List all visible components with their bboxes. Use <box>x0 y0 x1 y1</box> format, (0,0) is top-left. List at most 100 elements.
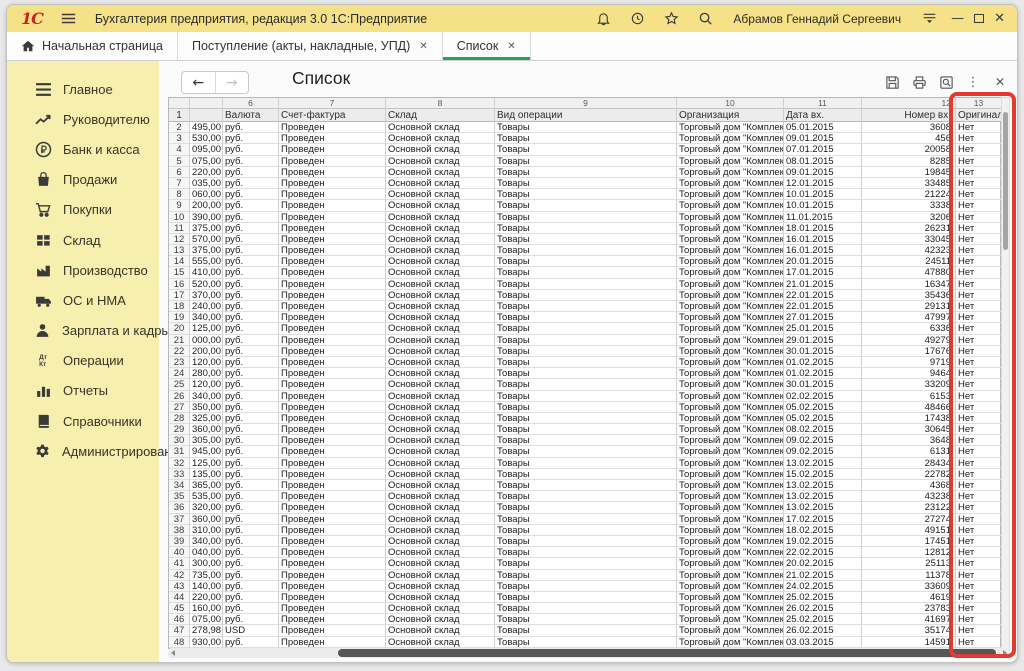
notifications-icon[interactable] <box>591 9 615 29</box>
table-row[interactable]: 43140,00руб.ПроведенОсновной складТовары… <box>169 581 1000 592</box>
sidebar-item-glavnoe[interactable]: Главное <box>7 74 159 104</box>
table-cell: Торговый дом "Комплексный" <box>677 581 784 592</box>
sidebar-item-prodazhi[interactable]: Продажи <box>7 165 159 195</box>
history-icon[interactable] <box>625 9 649 29</box>
table-row[interactable]: 20125,00руб.ПроведенОсновной складТовары… <box>169 323 1000 334</box>
table-row[interactable]: 7035,00руб.ПроведенОсновной складТоварыТ… <box>169 178 1000 189</box>
table-row[interactable]: 37360,00руб.ПроведенОсновной складТовары… <box>169 514 1000 525</box>
main-menu-icon[interactable] <box>57 9 81 29</box>
sidebar-item-operacii[interactable]: ДтКтОперации <box>7 346 159 376</box>
table-row[interactable]: 5075,00руб.ПроведенОсновной складТоварыТ… <box>169 156 1000 167</box>
tab-home[interactable]: Начальная страница <box>7 32 178 60</box>
table-row[interactable]: 47278,98USDПроведенОсновной складТоварыТ… <box>169 625 1000 636</box>
table-cell: 125,00 <box>190 458 223 469</box>
table-row[interactable]: 39340,00руб.ПроведенОсновной складТовары… <box>169 536 1000 547</box>
table-row[interactable]: 31945,00руб.ПроведенОсновной складТовары… <box>169 446 1000 457</box>
tab-receipts[interactable]: Поступление (акты, накладные, УПД) ✕ <box>178 32 443 60</box>
horizontal-scrollbar[interactable] <box>168 648 1010 658</box>
service-menu-icon[interactable] <box>917 9 941 29</box>
table-cell: Торговый дом "Комплексный" <box>677 133 784 144</box>
favorites-icon[interactable] <box>659 9 683 29</box>
table-row[interactable]: 40040,00руб.ПроведенОсновной складТовары… <box>169 547 1000 558</box>
save-icon[interactable] <box>883 73 901 91</box>
table-row[interactable]: 15410,00руб.ПроведенОсновной складТовары… <box>169 267 1000 278</box>
vertical-scroll-thumb[interactable] <box>1003 112 1008 250</box>
table-row[interactable]: 16520,00руб.ПроведенОсновной складТовары… <box>169 279 1000 290</box>
sidebar-item-bank-i-kassa[interactable]: Банк и касса <box>7 134 159 164</box>
print-icon[interactable] <box>910 73 928 91</box>
table-row[interactable]: 45160,00руб.ПроведенОсновной складТовары… <box>169 603 1000 614</box>
table-row[interactable]: 2495,00руб.ПроведенОсновной складТоварыТ… <box>169 122 1000 133</box>
sidebar-item-pokupki[interactable]: Покупки <box>7 195 159 225</box>
table-cell: 18 <box>169 301 190 312</box>
search-icon[interactable] <box>693 9 717 29</box>
table-header-row[interactable]: 1ВалютаСчет-фактураСкладВид операцииОрга… <box>169 109 1000 122</box>
table-row[interactable]: 3530,00руб.ПроведенОсновной складТоварыТ… <box>169 133 1000 144</box>
more-menu-icon[interactable]: ⋮ <box>964 73 982 91</box>
table-cell: Основной склад <box>386 469 495 480</box>
table-row[interactable]: 26340,00руб.ПроведенОсновной складТовары… <box>169 391 1000 402</box>
maximize-button[interactable] <box>974 14 984 23</box>
table-row[interactable]: 18240,00руб.ПроведенОсновной складТовары… <box>169 301 1000 312</box>
table-row[interactable]: 48930,00руб.ПроведенОсновной складТовары… <box>169 637 1000 648</box>
sidebar-item-spravochniki[interactable]: Справочники <box>7 406 159 436</box>
scroll-right-arrow[interactable] <box>1003 650 1007 656</box>
tab-close-icon[interactable]: ✕ <box>507 41 515 52</box>
sidebar-item-otchety[interactable]: Отчеты <box>7 376 159 406</box>
back-button[interactable]: ← <box>182 72 216 93</box>
scroll-left-arrow[interactable] <box>171 650 175 656</box>
table-row[interactable]: 19340,00руб.ПроведенОсновной складТовары… <box>169 312 1000 323</box>
table-row[interactable]: 21000,00руб.ПроведенОсновной складТовары… <box>169 335 1000 346</box>
tab-list[interactable]: Список ✕ <box>443 32 531 60</box>
table-cell: 3338 <box>862 200 956 211</box>
table-row[interactable]: 28325,00руб.ПроведенОсновной складТовары… <box>169 413 1000 424</box>
table-row[interactable]: 12570,00руб.ПроведенОсновной складТовары… <box>169 234 1000 245</box>
tab-close-icon[interactable]: ✕ <box>419 41 427 52</box>
sidebar-item-zarplata-i-kadry[interactable]: Зарплата и кадры <box>7 316 159 346</box>
table-cell: 9464 <box>862 368 956 379</box>
table-row[interactable]: 14555,00руб.ПроведенОсновной складТовары… <box>169 256 1000 267</box>
close-window-button[interactable]: ✕ <box>994 12 1005 25</box>
vertical-scrollbar[interactable] <box>1001 97 1010 652</box>
table-row[interactable]: 41300,00руб.ПроведенОсновной складТовары… <box>169 558 1000 569</box>
table-row[interactable]: 10390,00руб.ПроведенОсновной складТовары… <box>169 212 1000 223</box>
table-row[interactable]: 36320,00руб.ПроведенОсновной складТовары… <box>169 502 1000 513</box>
minimize-button[interactable]: — <box>951 12 964 25</box>
sidebar-item-sklad[interactable]: Склад <box>7 225 159 255</box>
table-row[interactable]: 22200,00руб.ПроведенОсновной складТовары… <box>169 346 1000 357</box>
table-row[interactable]: 42735,00руб.ПроведенОсновной складТовары… <box>169 570 1000 581</box>
table-cell: Нет <box>956 558 1001 569</box>
table-cell: Проведен <box>279 167 386 178</box>
table-row[interactable]: 8060,00руб.ПроведенОсновной складТоварыТ… <box>169 189 1000 200</box>
preview-icon[interactable] <box>937 73 955 91</box>
table-row[interactable]: 34365,00руб.ПроведенОсновной складТовары… <box>169 480 1000 491</box>
table-row[interactable]: 38310,00руб.ПроведенОсновной складТовары… <box>169 525 1000 536</box>
table-cell: 520,00 <box>190 279 223 290</box>
sidebar-item-rukovoditelyu[interactable]: Руководителю <box>7 104 159 134</box>
table-row[interactable]: 13375,00руб.ПроведенОсновной складТовары… <box>169 245 1000 256</box>
close-list-icon[interactable]: ✕ <box>991 73 1009 91</box>
table-cell: Торговый дом "Комплексный" <box>677 379 784 390</box>
table-row[interactable]: 11375,00руб.ПроведенОсновной складТовары… <box>169 223 1000 234</box>
horizontal-scroll-thumb[interactable] <box>338 649 996 657</box>
current-user[interactable]: Абрамов Геннадий Сергеевич <box>733 12 901 26</box>
table-row[interactable]: 30305,00руб.ПроведенОсновной складТовары… <box>169 435 1000 446</box>
forward-button[interactable]: → <box>216 72 249 93</box>
table-row[interactable]: 25120,00руб.ПроведенОсновной складТовары… <box>169 379 1000 390</box>
table-row[interactable]: 29360,00руб.ПроведенОсновной складТовары… <box>169 424 1000 435</box>
table-row[interactable]: 44220,00руб.ПроведенОсновной складТовары… <box>169 592 1000 603</box>
table-row[interactable]: 35535,00руб.ПроведенОсновной складТовары… <box>169 491 1000 502</box>
sidebar-item-administrirovanie[interactable]: Администрирование <box>7 436 159 466</box>
table-row[interactable]: 4095,00руб.ПроведенОсновной складТоварыТ… <box>169 144 1000 155</box>
table-row[interactable]: 33135,00руб.ПроведенОсновной складТовары… <box>169 469 1000 480</box>
table-row[interactable]: 6220,00руб.ПроведенОсновной складТоварыТ… <box>169 167 1000 178</box>
sidebar-item-proizvodstvo[interactable]: Производство <box>7 255 159 285</box>
table-row[interactable]: 32125,00руб.ПроведенОсновной складТовары… <box>169 458 1000 469</box>
table-row[interactable]: 27350,00руб.ПроведенОсновной складТовары… <box>169 402 1000 413</box>
table-row[interactable]: 23120,00руб.ПроведенОсновной складТовары… <box>169 357 1000 368</box>
table-row[interactable]: 46075,00руб.ПроведенОсновной складТовары… <box>169 614 1000 625</box>
table-row[interactable]: 24280,00руб.ПроведенОсновной складТовары… <box>169 368 1000 379</box>
table-row[interactable]: 17370,00руб.ПроведенОсновной складТовары… <box>169 290 1000 301</box>
sidebar-item-os-i-nma[interactable]: ОС и НМА <box>7 285 159 315</box>
table-row[interactable]: 9200,00руб.ПроведенОсновной складТоварыТ… <box>169 200 1000 211</box>
